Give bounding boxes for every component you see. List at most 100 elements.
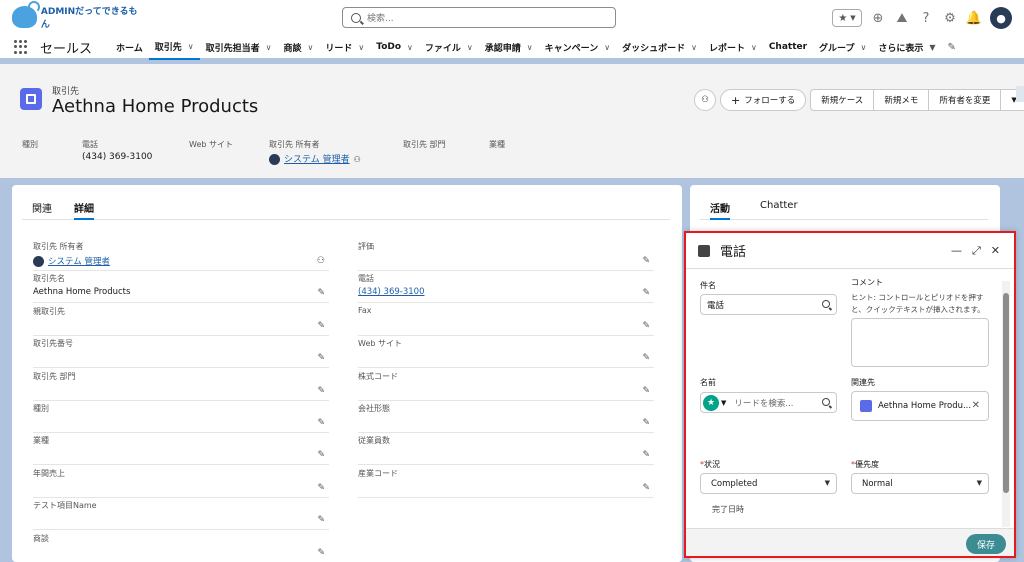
field-label: 取引先名 [33, 274, 65, 284]
change-owner-icon[interactable]: ⚇ [354, 155, 361, 164]
avatar[interactable]: ● [990, 7, 1012, 29]
edit-pencil-icon[interactable]: ✎ [642, 353, 650, 363]
chevron-down-icon[interactable]: ∨ [358, 43, 364, 52]
status-label: *状況 [700, 460, 720, 469]
chevron-down-icon[interactable]: ∨ [266, 43, 272, 52]
nav-item-0[interactable]: ホーム [110, 35, 149, 60]
edit-pencil-icon[interactable]: ✎ [317, 548, 325, 558]
nav-item-11[interactable]: Chatter [763, 35, 813, 60]
nav-item-12[interactable]: グループ ∨ [813, 35, 872, 60]
edit-pencil-icon[interactable]: ✎ [642, 483, 650, 493]
edit-pencil-icon[interactable]: ✎ [317, 321, 325, 331]
edit-pencil-icon[interactable]: ✎ [642, 256, 650, 266]
expand-icon[interactable]: ⤢ [972, 244, 981, 258]
save-button[interactable]: 保存 [966, 534, 1006, 554]
subject-input[interactable]: 電話 [700, 294, 837, 315]
comment-textarea[interactable] [851, 318, 989, 367]
chevron-down-icon[interactable]: ∨ [691, 43, 697, 52]
nav-item-label: ダッシュボード [622, 43, 686, 54]
nav-item-8[interactable]: キャンペーン ∨ [539, 35, 616, 60]
change-owner-icon[interactable]: ⚇ [317, 256, 325, 266]
edit-pencil-icon[interactable]: ✎ [317, 450, 325, 460]
nav-item-label: キャンペーン [544, 43, 599, 54]
edit-pencil-icon[interactable]: ✎ [317, 386, 325, 396]
nav-item-13[interactable]: さらに表示 ▼ [872, 35, 941, 60]
edit-pencil-icon[interactable]: ✎ [642, 321, 650, 331]
add-icon[interactable]: ⊕ [870, 10, 886, 26]
modal-scrollbar[interactable] [1002, 281, 1010, 527]
chevron-down-icon: ▼ [824, 479, 830, 487]
comment-label: コメント [851, 278, 883, 287]
related-label: 関連先 [851, 378, 875, 387]
org-logo[interactable]: ADMINだってできるもん [12, 1, 142, 30]
priority-select[interactable]: Normal ▼ [851, 473, 989, 494]
utility-side-tab[interactable] [1016, 86, 1024, 102]
new-case-button[interactable]: 新規ケース [811, 90, 875, 110]
close-icon[interactable]: ✕ [991, 244, 1000, 258]
tab-details[interactable]: 詳細 [74, 200, 94, 220]
edit-pencil-icon[interactable]: ✎ [642, 288, 650, 298]
panel-controls: — ⤢ ✕ [951, 244, 1000, 258]
change-owner-button[interactable]: 所有者を変更 [929, 90, 1002, 110]
field-value[interactable]: (434) 369-3100 [358, 287, 424, 297]
field-label: 評価 [358, 242, 374, 251]
edit-pencil-icon[interactable]: ✎ [317, 515, 325, 525]
name-lookup-input[interactable]: ★ ▼ リードを検索... [700, 392, 837, 413]
edit-pencil-icon[interactable]: ✎ [317, 288, 325, 298]
edit-nav-icon[interactable]: ✎ [948, 42, 956, 53]
nav-item-label: 商談 [283, 43, 302, 54]
favorites-button[interactable]: ★ ▼ [832, 9, 862, 27]
nav-item-7[interactable]: 承認申請 ∨ [479, 35, 539, 60]
nav-item-4[interactable]: リード ∨ [319, 35, 370, 60]
nav-item-2[interactable]: 取引先担当者 ∨ [200, 35, 278, 60]
chevron-down-icon[interactable]: ∨ [188, 42, 194, 51]
user-avatar-icon [33, 256, 44, 267]
help-icon[interactable]: ? [918, 10, 934, 26]
chevron-down-icon[interactable]: ∨ [604, 43, 610, 52]
star-icon: ★ [838, 12, 848, 24]
nav-item-3[interactable]: 商談 ∨ [278, 35, 320, 60]
edit-pencil-icon[interactable]: ✎ [642, 418, 650, 428]
highlight-owner-value[interactable]: システム 管理者 ⚇ [269, 152, 361, 165]
chevron-down-icon[interactable]: ∨ [751, 43, 757, 52]
chevron-down-icon[interactable]: ∨ [467, 43, 473, 52]
edit-pencil-icon[interactable]: ✎ [317, 418, 325, 428]
chevron-down-icon[interactable]: ∨ [861, 43, 867, 52]
nav-item-5[interactable]: ToDo ∨ [370, 35, 419, 60]
bell-icon[interactable]: 🔔 [966, 10, 982, 26]
trailhead-icon[interactable]: ⛰ [894, 10, 910, 26]
app-launcher-icon[interactable] [14, 40, 28, 54]
follow-button[interactable]: + フォローする [720, 89, 807, 111]
global-search-input[interactable]: 検索... [342, 7, 616, 28]
tab-chatter[interactable]: Chatter [760, 200, 798, 220]
gear-icon[interactable]: ⚙ [942, 10, 958, 26]
chevron-down-icon: ▼ [976, 479, 982, 487]
due-date-label: 完了日時 [712, 505, 744, 514]
tab-related[interactable]: 関連 [32, 200, 52, 220]
field-value[interactable]: システム 管理者 [33, 255, 110, 267]
nav-item-6[interactable]: ファイル ∨ [419, 35, 479, 60]
nav-item-10[interactable]: レポート ∨ [703, 35, 763, 60]
owner-link[interactable]: システム 管理者 [284, 155, 350, 165]
lead-icon[interactable]: ★ [703, 394, 719, 411]
chevron-down-icon[interactable]: ∨ [527, 43, 533, 52]
chevron-down-icon[interactable]: ▼ [721, 399, 726, 407]
new-note-button[interactable]: 新規メモ [874, 90, 930, 110]
edit-pencil-icon[interactable]: ✎ [642, 450, 650, 460]
highlight-phone-value[interactable]: (434) 369-3100 [82, 152, 152, 162]
related-pill[interactable]: Aethna Home Produ... ✕ [851, 391, 989, 421]
edit-pencil-icon[interactable]: ✎ [642, 386, 650, 396]
tab-activity[interactable]: 活動 [710, 200, 730, 220]
remove-icon[interactable]: ✕ [972, 400, 980, 411]
nav-item-label: ファイル [424, 43, 461, 54]
nav-item-1[interactable]: 取引先 ∨ [148, 35, 200, 60]
edit-pencil-icon[interactable]: ✎ [317, 353, 325, 363]
chevron-down-icon[interactable]: ∨ [407, 43, 413, 52]
edit-pencil-icon[interactable]: ✎ [317, 483, 325, 493]
nav-item-9[interactable]: ダッシュボード ∨ [616, 35, 703, 60]
org-chart-icon[interactable]: ⚇ [694, 89, 716, 111]
chevron-down-icon[interactable]: ∨ [308, 43, 314, 52]
chevron-down-icon[interactable]: ▼ [929, 43, 935, 52]
minimize-icon[interactable]: — [951, 244, 962, 258]
status-select[interactable]: Completed ▼ [700, 473, 837, 494]
